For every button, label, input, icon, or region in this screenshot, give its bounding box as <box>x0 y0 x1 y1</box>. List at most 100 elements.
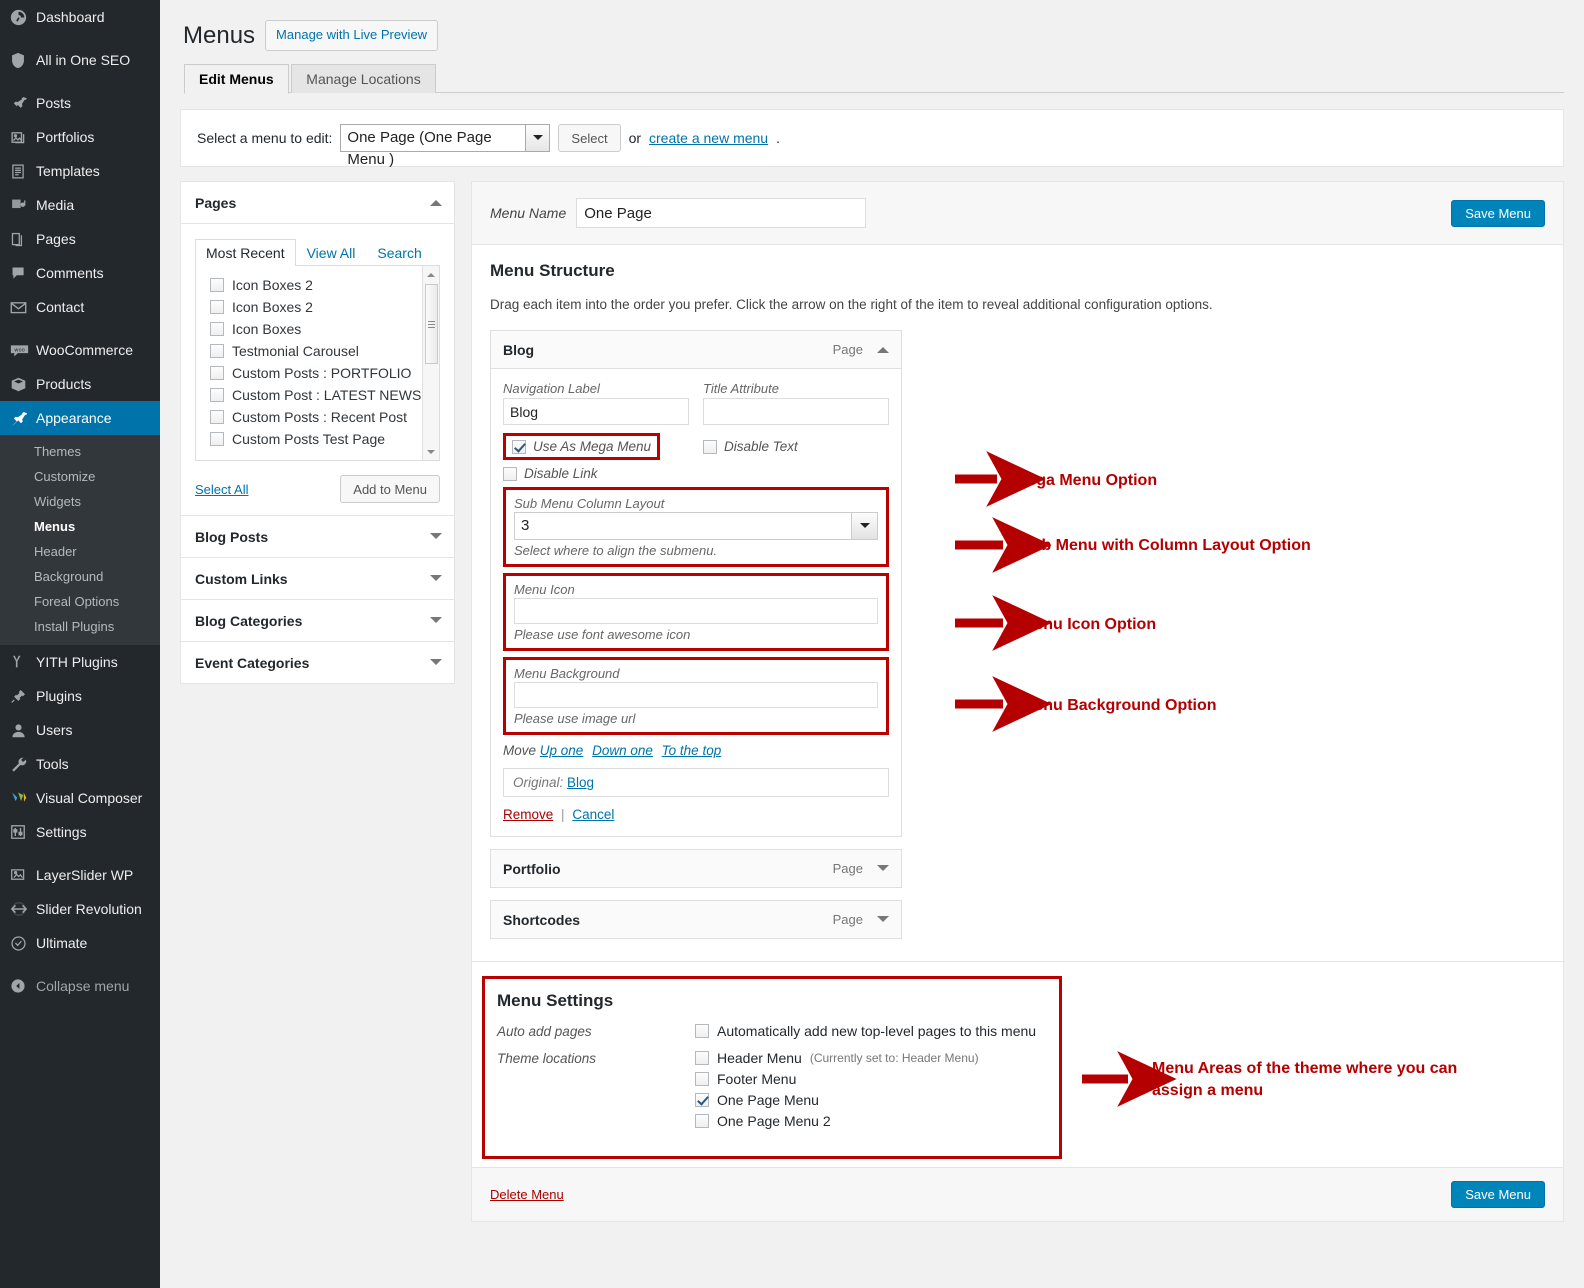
sidebar-item-visual-composer[interactable]: Visual Composer <box>0 781 160 815</box>
menu-item-portfolio[interactable]: Portfolio Page <box>490 849 902 889</box>
sidebar-item-ultimate[interactable]: Ultimate <box>0 926 160 960</box>
sidebar-item-comments[interactable]: Comments <box>0 256 160 290</box>
save-menu-button-top[interactable]: Save Menu <box>1451 199 1545 227</box>
chevron-down-icon[interactable] <box>430 533 442 545</box>
manage-with-live-preview-button[interactable]: Manage with Live Preview <box>265 20 439 51</box>
menu-item-header[interactable]: Blog Page <box>491 331 901 368</box>
collapse-menu-button[interactable]: Collapse menu <box>0 969 160 1003</box>
sidebar-item-appearance[interactable]: Appearance <box>0 401 168 435</box>
menu-item-blog[interactable]: Blog Page Navigation Label Blog Title At… <box>490 330 902 838</box>
original-value-link[interactable]: Blog <box>567 775 594 790</box>
sub-menu-column-layout-select[interactable]: 3 <box>514 512 878 541</box>
list-item[interactable]: Icon Boxes 2 <box>210 274 439 296</box>
tab-edit-menus[interactable]: Edit Menus <box>184 64 289 95</box>
chevron-down-icon[interactable] <box>877 865 889 877</box>
chevron-down-icon[interactable] <box>430 617 442 629</box>
event-categories-panel-header[interactable]: Event Categories <box>181 642 454 683</box>
sidebar-item-customize[interactable]: Customize <box>0 464 160 489</box>
sidebar-item-layerslider-wp[interactable]: LayerSlider WP <box>0 858 160 892</box>
location-one-page-menu[interactable]: One Page Menu <box>695 1092 979 1108</box>
sidebar-item-all-in-one-seo[interactable]: All in One SEO <box>0 43 160 77</box>
location-footer-menu[interactable]: Footer Menu <box>695 1071 979 1087</box>
sidebar-item-pages[interactable]: Pages <box>0 222 160 256</box>
chevron-up-icon[interactable] <box>877 341 889 354</box>
sidebar-item-posts[interactable]: Posts <box>0 86 160 120</box>
sidebar-item-menus[interactable]: Menus <box>0 514 160 539</box>
auto-add-pages-option[interactable]: Automatically add new top-level pages to… <box>695 1023 1036 1039</box>
scroll-up-icon[interactable] <box>423 266 440 283</box>
checkbox[interactable] <box>210 432 224 447</box>
move-down-one-link[interactable]: Down one <box>592 743 653 758</box>
sidebar-item-header[interactable]: Header <box>0 539 160 564</box>
pages-panel-header[interactable]: Pages <box>181 182 454 225</box>
sidebar-item-dashboard[interactable]: Dashboard <box>0 0 160 34</box>
delete-menu-link[interactable]: Delete Menu <box>490 1187 564 1202</box>
sidebar-item-users[interactable]: Users <box>0 713 160 747</box>
tab-search[interactable]: Search <box>366 239 432 266</box>
menu-icon-input[interactable] <box>514 598 878 625</box>
use-as-mega-menu-checkbox[interactable] <box>512 439 526 454</box>
list-item[interactable]: Custom Posts Test Page <box>210 428 439 450</box>
menu-item-header[interactable]: Portfolio Page <box>491 850 901 887</box>
tab-most-recent[interactable]: Most Recent <box>195 239 296 267</box>
location-header-menu[interactable]: Header Menu (Currently set to: Header Me… <box>695 1050 979 1066</box>
scroll-down-icon[interactable] <box>423 443 440 460</box>
navigation-label-input[interactable] <box>503 398 689 426</box>
list-item[interactable]: Testmonial Carousel <box>210 340 439 362</box>
sidebar-item-portfolios[interactable]: Portfolios <box>0 120 160 154</box>
checkbox[interactable] <box>210 278 224 293</box>
cancel-link[interactable]: Cancel <box>572 807 614 822</box>
tab-manage-locations[interactable]: Manage Locations <box>291 64 436 94</box>
list-item[interactable]: Icon Boxes <box>210 318 439 340</box>
save-menu-button-bottom[interactable]: Save Menu <box>1451 1181 1545 1209</box>
checkbox[interactable] <box>210 344 224 359</box>
sidebar-item-templates[interactable]: Templates <box>0 154 160 188</box>
disable-link-option[interactable]: Disable Link <box>503 466 598 481</box>
list-item[interactable]: Icon Boxes 2 <box>210 296 439 318</box>
pages-list-scrollbar[interactable] <box>422 266 440 461</box>
custom-links-panel-header[interactable]: Custom Links <box>181 558 454 599</box>
location-header-menu-checkbox[interactable] <box>695 1051 709 1066</box>
checkbox[interactable] <box>210 366 224 381</box>
list-item[interactable]: Custom Posts : PORTFOLIO <box>210 362 439 384</box>
checkbox[interactable] <box>210 322 224 337</box>
blog-categories-panel-header[interactable]: Blog Categories <box>181 600 454 641</box>
chevron-down-icon[interactable] <box>430 575 442 587</box>
disable-text-option[interactable]: Disable Text <box>703 439 889 454</box>
sidebar-item-themes[interactable]: Themes <box>0 439 160 464</box>
menu-name-input[interactable] <box>576 198 867 229</box>
select-all-link[interactable]: Select All <box>195 482 248 497</box>
sidebar-item-plugins[interactable]: Plugins <box>0 679 160 713</box>
move-up-one-link[interactable]: Up one <box>540 743 584 758</box>
checkbox[interactable] <box>210 410 224 425</box>
sidebar-item-install-plugins[interactable]: Install Plugins <box>0 614 160 639</box>
sidebar-item-yith-plugins[interactable]: YITH Plugins <box>0 645 160 679</box>
location-one-page-menu-2[interactable]: One Page Menu 2 <box>695 1113 979 1129</box>
checkbox[interactable] <box>210 300 224 315</box>
add-to-menu-button[interactable]: Add to Menu <box>340 475 440 504</box>
select-button[interactable]: Select <box>558 124 621 153</box>
tab-view-all[interactable]: View All <box>296 239 367 266</box>
menu-select-dropdown[interactable]: One Page (One Page Menu ) <box>340 124 551 168</box>
sidebar-item-slider-revolution[interactable]: Slider Revolution <box>0 892 160 926</box>
create-new-menu-link[interactable]: create a new menu <box>649 130 768 146</box>
menu-item-shortcodes[interactable]: Shortcodes Page <box>490 900 902 940</box>
location-one-page-menu-2-checkbox[interactable] <box>695 1114 709 1129</box>
auto-add-pages-checkbox[interactable] <box>695 1024 709 1039</box>
blog-posts-panel-header[interactable]: Blog Posts <box>181 516 454 557</box>
remove-link[interactable]: Remove <box>503 807 553 822</box>
menu-background-input[interactable] <box>514 682 878 709</box>
location-one-page-menu-checkbox[interactable] <box>695 1093 709 1108</box>
sidebar-item-products[interactable]: Products <box>0 367 160 401</box>
location-footer-menu-checkbox[interactable] <box>695 1072 709 1087</box>
sidebar-item-settings[interactable]: Settings <box>0 815 160 849</box>
chevron-down-icon[interactable] <box>430 659 442 671</box>
disable-link-checkbox[interactable] <box>503 466 517 481</box>
sidebar-item-media[interactable]: Media <box>0 188 160 222</box>
move-to-top-link[interactable]: To the top <box>662 743 722 758</box>
list-item[interactable]: Custom Post : LATEST NEWS <box>210 384 439 406</box>
sidebar-item-widgets[interactable]: Widgets <box>0 489 160 514</box>
chevron-up-icon[interactable] <box>430 194 442 207</box>
chevron-down-icon[interactable] <box>877 916 889 928</box>
sidebar-item-tools[interactable]: Tools <box>0 747 160 781</box>
